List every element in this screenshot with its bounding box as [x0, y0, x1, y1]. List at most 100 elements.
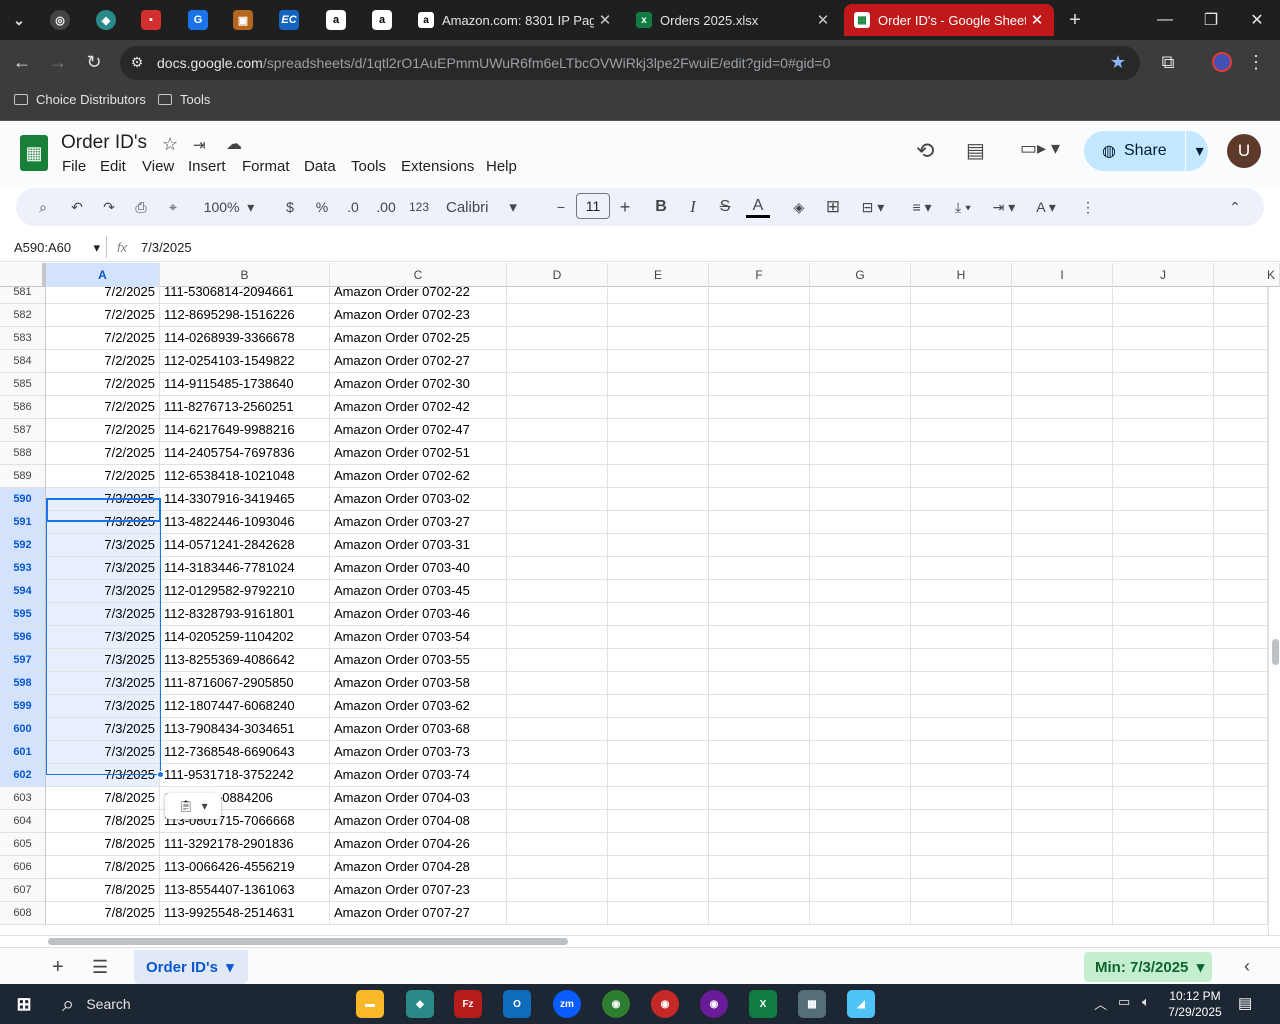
empty-cell[interactable] [1113, 396, 1214, 419]
empty-cell[interactable] [608, 649, 709, 672]
cell-order-id[interactable]: 112-6538418-1021048 [160, 465, 330, 488]
empty-cell[interactable] [1214, 304, 1268, 327]
filezilla-icon[interactable]: Fz [454, 990, 482, 1018]
cell-order-id[interactable]: 113-7908434-3034651 [160, 718, 330, 741]
empty-cell[interactable] [911, 419, 1012, 442]
empty-cell[interactable] [1012, 718, 1113, 741]
empty-cell[interactable] [507, 764, 608, 787]
empty-cell[interactable] [1113, 879, 1214, 902]
empty-cell[interactable] [709, 672, 810, 695]
forward-button[interactable]: → [46, 50, 70, 74]
empty-cell[interactable] [911, 350, 1012, 373]
empty-cell[interactable] [507, 833, 608, 856]
print-icon[interactable]: ⎙ [130, 196, 152, 218]
empty-cell[interactable] [1012, 695, 1113, 718]
empty-cell[interactable] [1113, 856, 1214, 879]
empty-cell[interactable] [1214, 603, 1268, 626]
empty-cell[interactable] [507, 672, 608, 695]
empty-cell[interactable] [709, 695, 810, 718]
empty-cell[interactable] [507, 787, 608, 810]
select-all-corner[interactable] [0, 263, 46, 287]
empty-cell[interactable] [709, 287, 810, 304]
font-size-input[interactable]: 11 [576, 193, 610, 219]
minimize-button[interactable]: — [1142, 0, 1188, 40]
empty-cell[interactable] [507, 396, 608, 419]
chrome-icon[interactable]: ◉ [700, 990, 728, 1018]
cell-date[interactable]: 7/3/2025 [46, 672, 160, 695]
empty-cell[interactable] [911, 879, 1012, 902]
empty-cell[interactable] [810, 350, 911, 373]
empty-cell[interactable] [810, 787, 911, 810]
cell-date[interactable]: 7/3/2025 [46, 649, 160, 672]
empty-cell[interactable] [507, 741, 608, 764]
empty-cell[interactable] [608, 488, 709, 511]
cell-order-name[interactable]: Amazon Order 0703-58 [330, 672, 507, 695]
cell-order-id[interactable]: 111-8276713-2560251 [160, 396, 330, 419]
row-header[interactable]: 582 [0, 304, 46, 327]
empty-cell[interactable] [608, 396, 709, 419]
empty-cell[interactable] [1012, 672, 1113, 695]
empty-cell[interactable] [507, 373, 608, 396]
empty-cell[interactable] [709, 580, 810, 603]
empty-cell[interactable] [507, 580, 608, 603]
undo-icon[interactable]: ↶ [66, 196, 88, 218]
empty-cell[interactable] [507, 287, 608, 304]
empty-cell[interactable] [911, 442, 1012, 465]
empty-cell[interactable] [1012, 810, 1113, 833]
new-tab-button[interactable]: + [1058, 0, 1092, 40]
pinned-tab-3[interactable]: ▪ [131, 6, 171, 34]
bookmark-star-icon[interactable]: ★ [1106, 50, 1130, 74]
empty-cell[interactable] [608, 856, 709, 879]
profile-avatar[interactable] [1210, 50, 1234, 74]
empty-cell[interactable] [608, 879, 709, 902]
align-horizontal-icon[interactable]: ≡ ▾ [904, 196, 940, 218]
pinned-tab-2[interactable]: ◆ [86, 6, 126, 34]
empty-cell[interactable] [608, 718, 709, 741]
row-header[interactable]: 605 [0, 833, 46, 856]
cell-date[interactable]: 7/3/2025 [46, 695, 160, 718]
strikethrough-icon[interactable]: S [714, 196, 736, 218]
cell-date[interactable]: 7/2/2025 [46, 465, 160, 488]
scrollbar-thumb[interactable] [1272, 639, 1279, 665]
cell-order-id[interactable]: 111-9531718-3752242 [160, 764, 330, 787]
sheet-tab-order-ids[interactable]: Order ID's ▾ [134, 950, 248, 984]
empty-cell[interactable] [911, 833, 1012, 856]
empty-cell[interactable] [1214, 741, 1268, 764]
cell-order-name[interactable]: Amazon Order 0703-31 [330, 534, 507, 557]
empty-cell[interactable] [810, 810, 911, 833]
empty-cell[interactable] [507, 511, 608, 534]
cell-order-name[interactable]: Amazon Order 0703-62 [330, 695, 507, 718]
column-header-c[interactable]: C [330, 263, 507, 287]
empty-cell[interactable] [608, 902, 709, 925]
column-header-k[interactable]: K [1214, 263, 1280, 287]
cell-date[interactable]: 7/3/2025 [46, 580, 160, 603]
empty-cell[interactable] [1214, 626, 1268, 649]
star-icon[interactable]: ☆ [162, 134, 178, 155]
empty-cell[interactable] [608, 580, 709, 603]
row-header[interactable]: 607 [0, 879, 46, 902]
more-formats-button[interactable]: 123 [406, 196, 432, 218]
row-header[interactable]: 599 [0, 695, 46, 718]
empty-cell[interactable] [1113, 534, 1214, 557]
row-header[interactable]: 592 [0, 534, 46, 557]
empty-cell[interactable] [1214, 879, 1268, 902]
more-options-icon[interactable]: ⋮ [1078, 196, 1098, 218]
column-header-h[interactable]: H [911, 263, 1012, 287]
empty-cell[interactable] [810, 396, 911, 419]
empty-cell[interactable] [709, 856, 810, 879]
cell-order-id[interactable]: 113-8554407-1361063 [160, 879, 330, 902]
empty-cell[interactable] [1012, 465, 1113, 488]
borders-icon[interactable]: ⊞ [822, 196, 844, 218]
empty-cell[interactable] [1012, 373, 1113, 396]
reload-button[interactable]: ↻ [82, 50, 106, 74]
empty-cell[interactable] [1214, 764, 1268, 787]
file-explorer-icon[interactable]: ▬ [356, 990, 384, 1018]
cell-date[interactable]: 7/2/2025 [46, 350, 160, 373]
cell-order-id[interactable]: 113-4822446-1093046 [160, 511, 330, 534]
empty-cell[interactable] [1012, 304, 1113, 327]
cell-order-id[interactable]: 112-8695298-1516226 [160, 304, 330, 327]
close-icon[interactable]: ✕ [594, 11, 616, 29]
empty-cell[interactable] [507, 419, 608, 442]
cell-order-name[interactable]: Amazon Order 0702-22 [330, 287, 507, 304]
empty-cell[interactable] [1214, 327, 1268, 350]
